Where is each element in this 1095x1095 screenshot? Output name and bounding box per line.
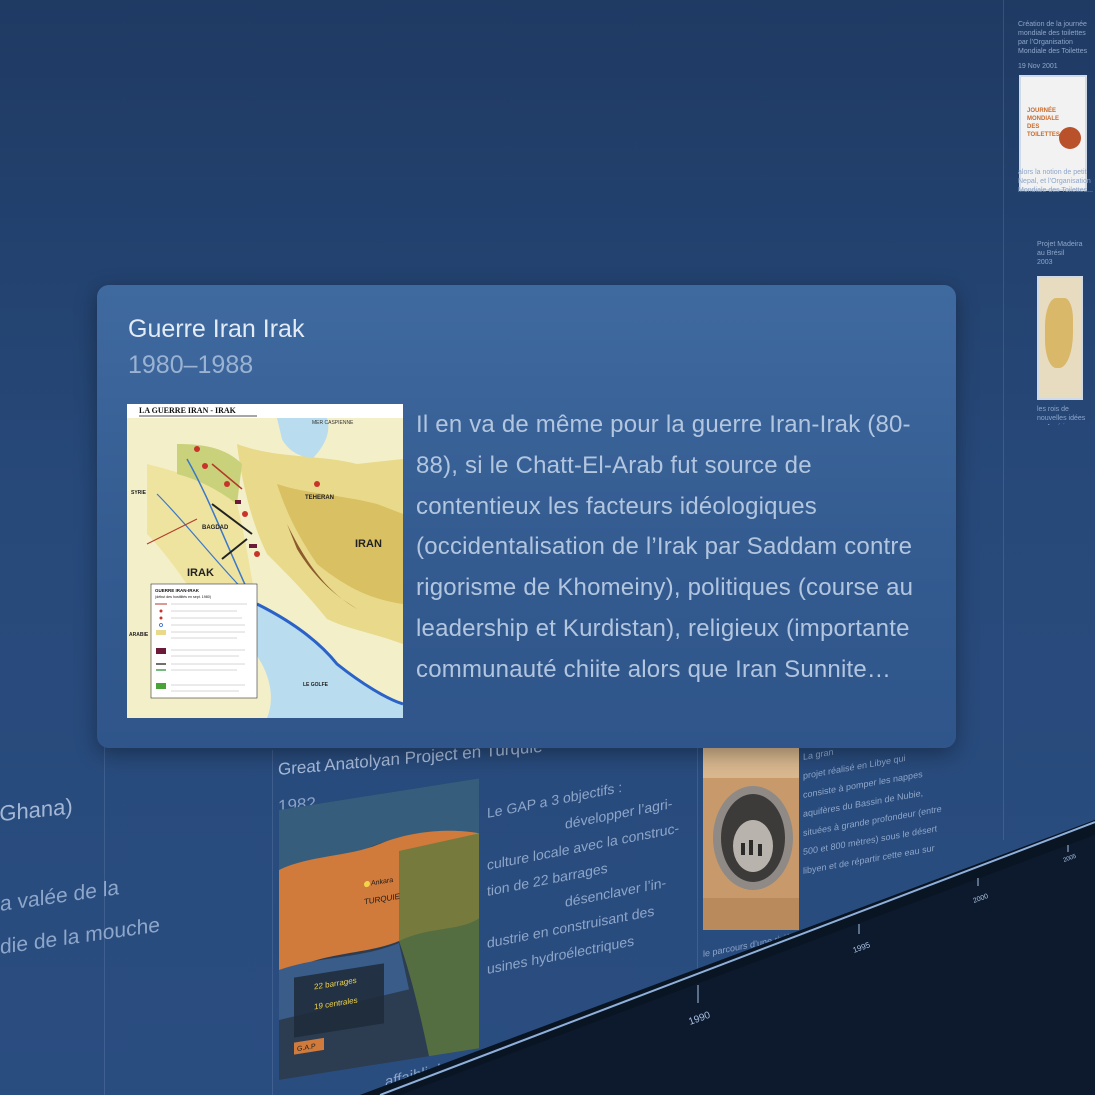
svg-text:ARABIE: ARABIE — [129, 632, 149, 638]
svg-text:MER CASPIENNE: MER CASPIENNE — [312, 420, 354, 426]
event-detail-popover[interactable]: Guerre Iran Irak 1980–1988 LA GUERRE IRA… — [97, 285, 956, 748]
svg-text:(début des hostilités en sept.: (début des hostilités en sept. 1980) — [155, 595, 211, 599]
svg-text:LE GOLFE: LE GOLFE — [303, 682, 329, 688]
svg-text:GUERRE IRAN-IRAK: GUERRE IRAN-IRAK — [155, 588, 200, 593]
event-title: Guerre Iran Irak — [128, 315, 305, 343]
svg-text:TEHERAN: TEHERAN — [305, 495, 334, 501]
iran-iraq-war-map: LA GUERRE IRAN - IRAK MER CASPIENNE TEHE… — [127, 404, 403, 718]
svg-text:SYRIE: SYRIE — [131, 490, 147, 496]
svg-text:BAGDAD: BAGDAD — [202, 525, 229, 531]
event-map-image[interactable]: LA GUERRE IRAN - IRAK MER CASPIENNE TEHE… — [127, 404, 403, 718]
map-title: LA GUERRE IRAN - IRAK — [139, 406, 237, 415]
event-date: 1980–1988 — [128, 351, 254, 379]
svg-text:IRAN: IRAN — [355, 538, 382, 550]
svg-text:IRAK: IRAK — [187, 567, 214, 579]
event-description: Il en va de même pour la guerre Iran-Ira… — [416, 411, 914, 683]
